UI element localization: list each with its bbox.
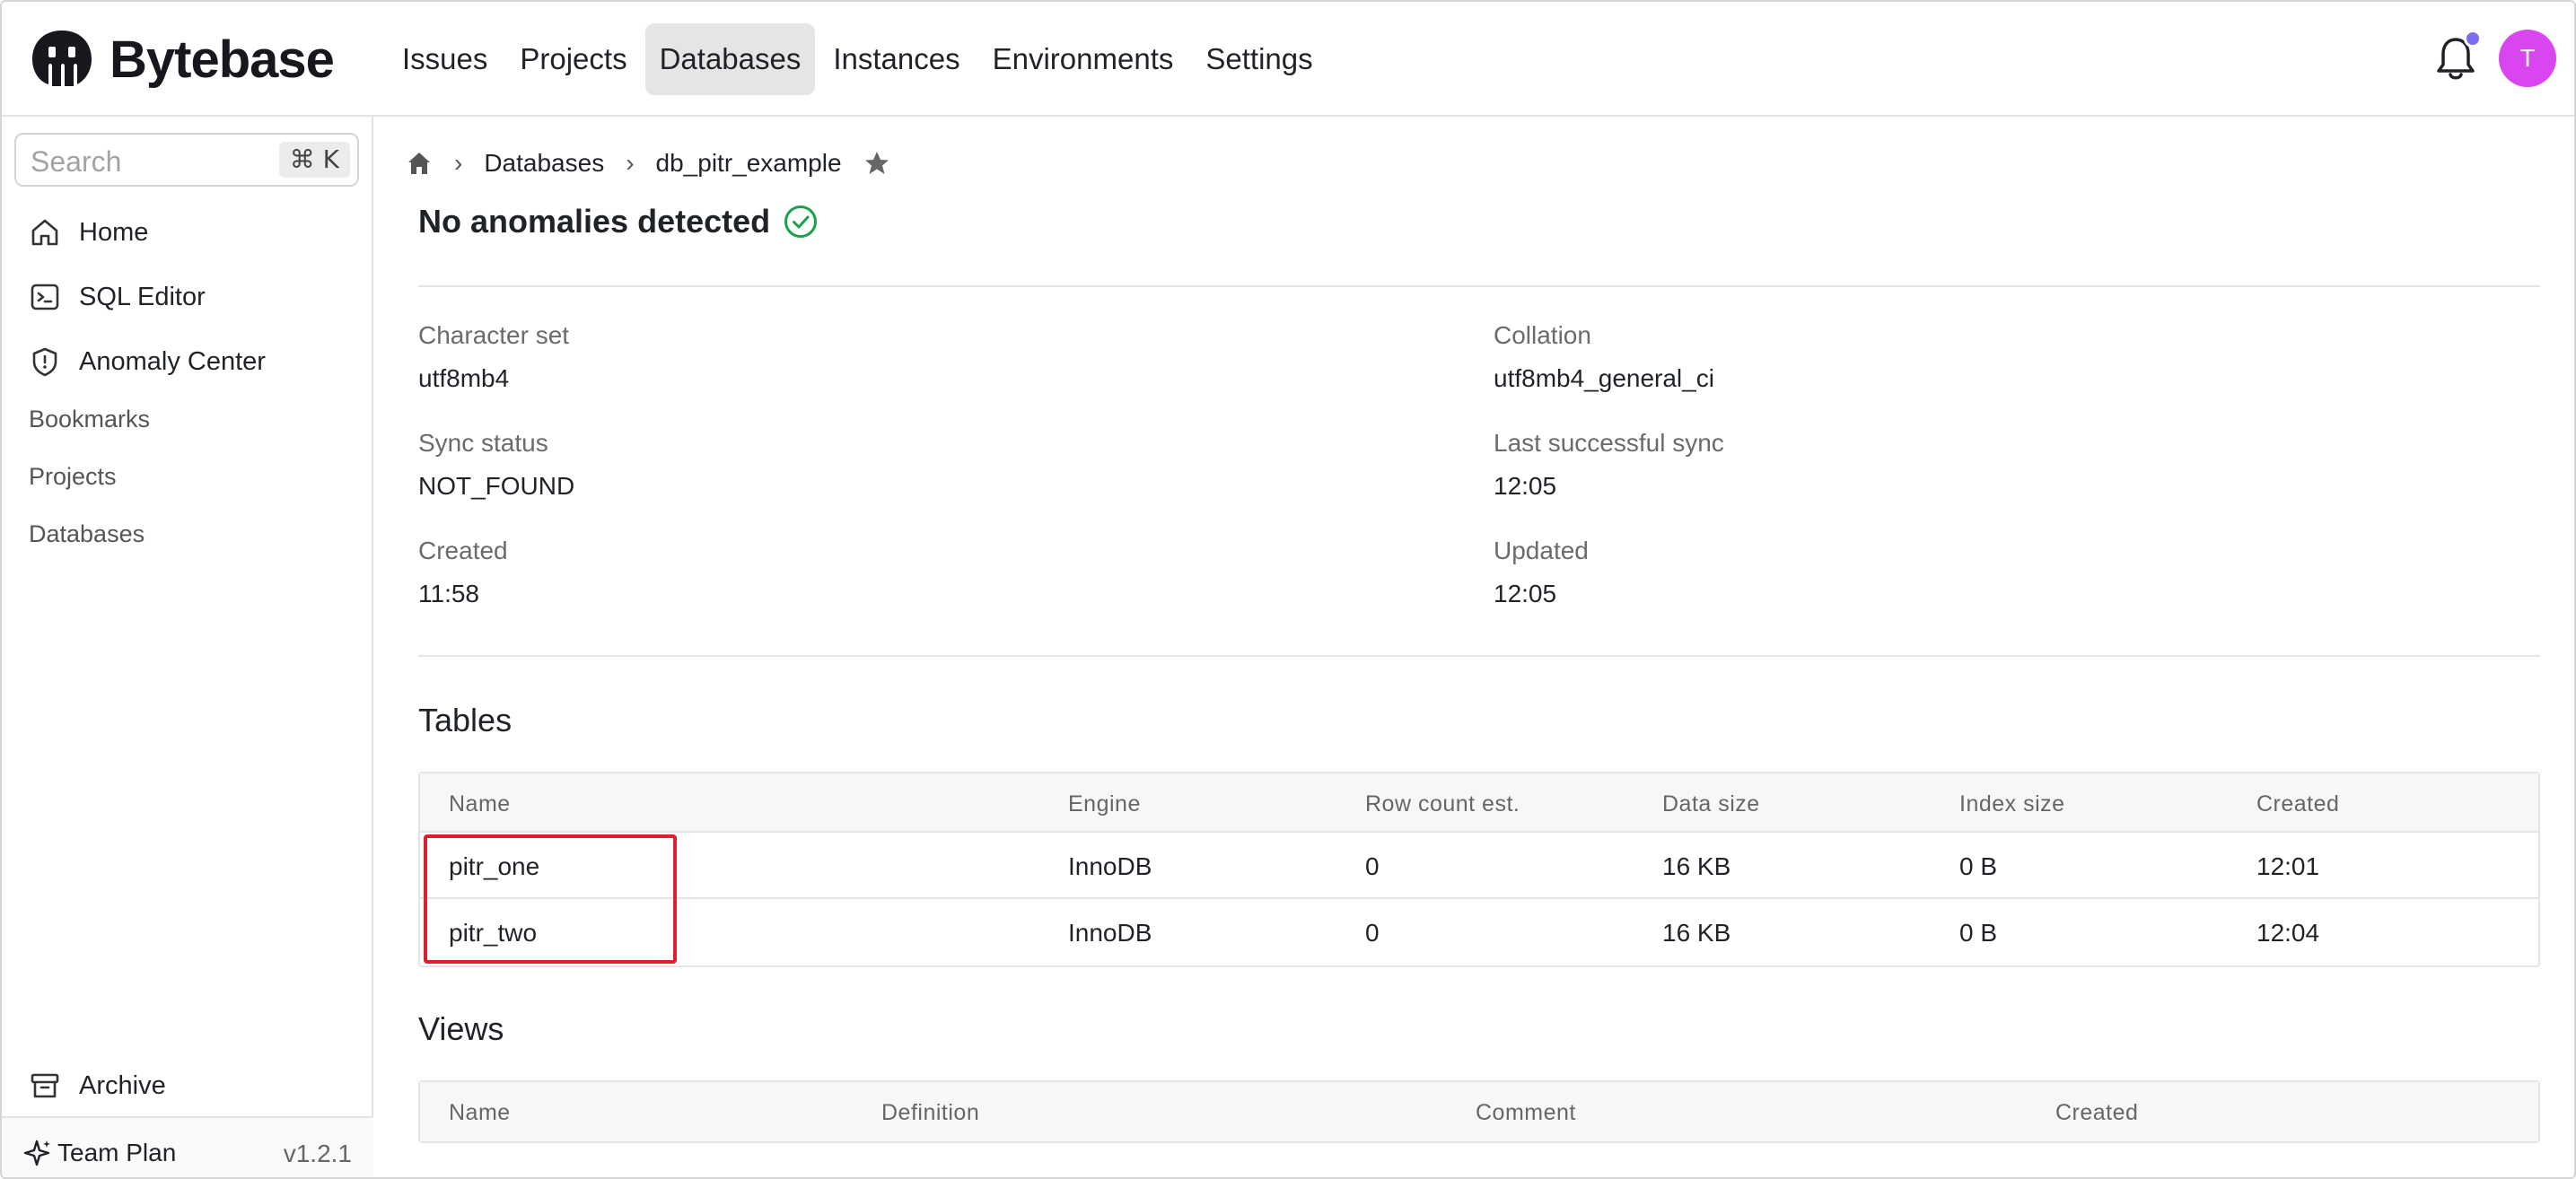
sidebar-item-label: Home [79,217,149,247]
team-plan[interactable]: Team Plan [22,1138,176,1168]
collation-value: utf8mb4_general_ci [1494,364,1714,392]
nav-instances[interactable]: Instances [819,23,974,95]
views-title: Views [418,1010,504,1047]
sync-status-label: Sync status [418,429,548,457]
home-icon [31,219,58,246]
column-header[interactable]: Index size [1959,791,2065,817]
terminal-icon [31,284,59,310]
nav-settings[interactable]: Settings [1191,23,1327,95]
column-header[interactable]: Name [449,791,511,817]
highlight-box [424,834,677,964]
sync-status-value: NOT_FOUND [418,472,575,500]
breadcrumb: › Databases › db_pitr_example [406,145,890,181]
chevron-right-icon: › [454,149,463,177]
check-circle-icon [784,205,818,238]
created-cell: 12:01 [2256,852,2320,880]
table-header: Name Definition Comment Created [420,1082,2538,1141]
sidebar-item-home[interactable]: Home [29,210,148,255]
index-size-cell: 0 B [1959,919,1998,947]
divider [418,285,2540,287]
search-input[interactable]: Search ⌘ K [14,133,359,187]
main-content: › Databases › db_pitr_example No anomali… [375,117,2574,1177]
sidebar-item-label: SQL Editor [79,282,206,311]
sidebar-item-anomaly-center[interactable]: Anomaly Center [29,339,266,384]
sidebar-link-databases[interactable]: Databases [29,520,145,548]
avatar[interactable]: T [2499,30,2556,87]
sidebar-link-bookmarks[interactable]: Bookmarks [29,406,150,433]
row-count-cell: 0 [1365,919,1380,947]
star-icon[interactable] [863,150,890,177]
updated-value: 12:05 [1494,580,1557,607]
engine-cell: InnoDB [1068,852,1152,880]
column-header[interactable]: Created [2055,1100,2138,1126]
nav-databases[interactable]: Databases [644,23,816,95]
last-sync-label: Last successful sync [1494,429,1724,457]
archive-icon [31,1073,59,1098]
shield-icon [32,347,57,377]
data-size-cell: 16 KB [1662,919,1731,947]
sidebar-link-projects[interactable]: Projects [29,463,117,491]
character-set-label: Character set [418,321,570,349]
team-plan-label: Team Plan [57,1139,177,1166]
top-bar: Bytebase Issues Projects Databases Insta… [2,2,2574,117]
sidebar-footer: Team Plan v1.2.1 [2,1116,373,1177]
created-label: Created [418,537,508,564]
table-header: Name Engine Row count est. Data size Ind… [420,773,2538,833]
column-header[interactable]: Definition [881,1100,979,1126]
sparkle-icon [23,1140,50,1166]
divider [418,655,2540,657]
column-header[interactable]: Row count est. [1365,791,1520,817]
brand-name: Bytebase [110,30,335,89]
column-header[interactable]: Engine [1068,791,1141,817]
nav-environments[interactable]: Environments [978,23,1188,95]
sidebar: Search ⌘ K Home SQL Editor Anomaly Cente [2,117,373,1177]
table-row[interactable]: pitr_one InnoDB 0 16 KB 0 B 12:01 [420,833,2538,899]
tables-title: Tables [418,702,513,738]
table-row[interactable]: pitr_two InnoDB 0 16 KB 0 B 12:04 [420,899,2538,965]
chevron-right-icon: › [626,149,635,177]
app-window: Bytebase Issues Projects Databases Insta… [0,0,2576,1179]
sidebar-item-archive[interactable]: Archive [29,1063,166,1108]
notification-dot [2464,30,2482,48]
breadcrumb-current: db_pitr_example [655,149,842,177]
main-nav: Issues Projects Databases Instances Envi… [388,23,1327,95]
last-sync-value: 12:05 [1494,472,1557,500]
nav-issues[interactable]: Issues [388,23,502,95]
column-header[interactable]: Created [2256,791,2339,817]
character-set-value: utf8mb4 [418,364,510,392]
search-shortcut: ⌘ K [278,142,350,178]
tables-table: Name Engine Row count est. Data size Ind… [418,772,2540,967]
anomaly-status-text: No anomalies detected [418,203,771,240]
created-cell: 12:04 [2256,919,2320,947]
nav-projects[interactable]: Projects [505,23,641,95]
collation-label: Collation [1494,321,1591,349]
index-size-cell: 0 B [1959,852,1998,880]
column-header[interactable]: Comment [1476,1100,1576,1126]
created-value: 11:58 [418,580,479,607]
column-header[interactable]: Data size [1662,791,1760,817]
sidebar-item-sql-editor[interactable]: SQL Editor [29,275,206,319]
column-header[interactable]: Name [449,1100,511,1126]
version-label: v1.2.1 [283,1140,352,1167]
home-icon[interactable] [406,150,433,177]
engine-cell: InnoDB [1068,919,1152,947]
views-table: Name Definition Comment Created [418,1080,2540,1143]
bytebase-logo-icon [32,31,92,86]
sidebar-item-label: Archive [79,1070,166,1100]
sidebar-item-label: Anomaly Center [79,346,266,376]
updated-label: Updated [1494,537,1589,564]
breadcrumb-databases[interactable]: Databases [484,149,604,178]
anomaly-status: No anomalies detected [418,203,819,240]
data-size-cell: 16 KB [1662,852,1731,880]
search-placeholder: Search [31,145,122,178]
row-count-cell: 0 [1365,852,1380,880]
logo[interactable]: Bytebase [27,23,335,95]
